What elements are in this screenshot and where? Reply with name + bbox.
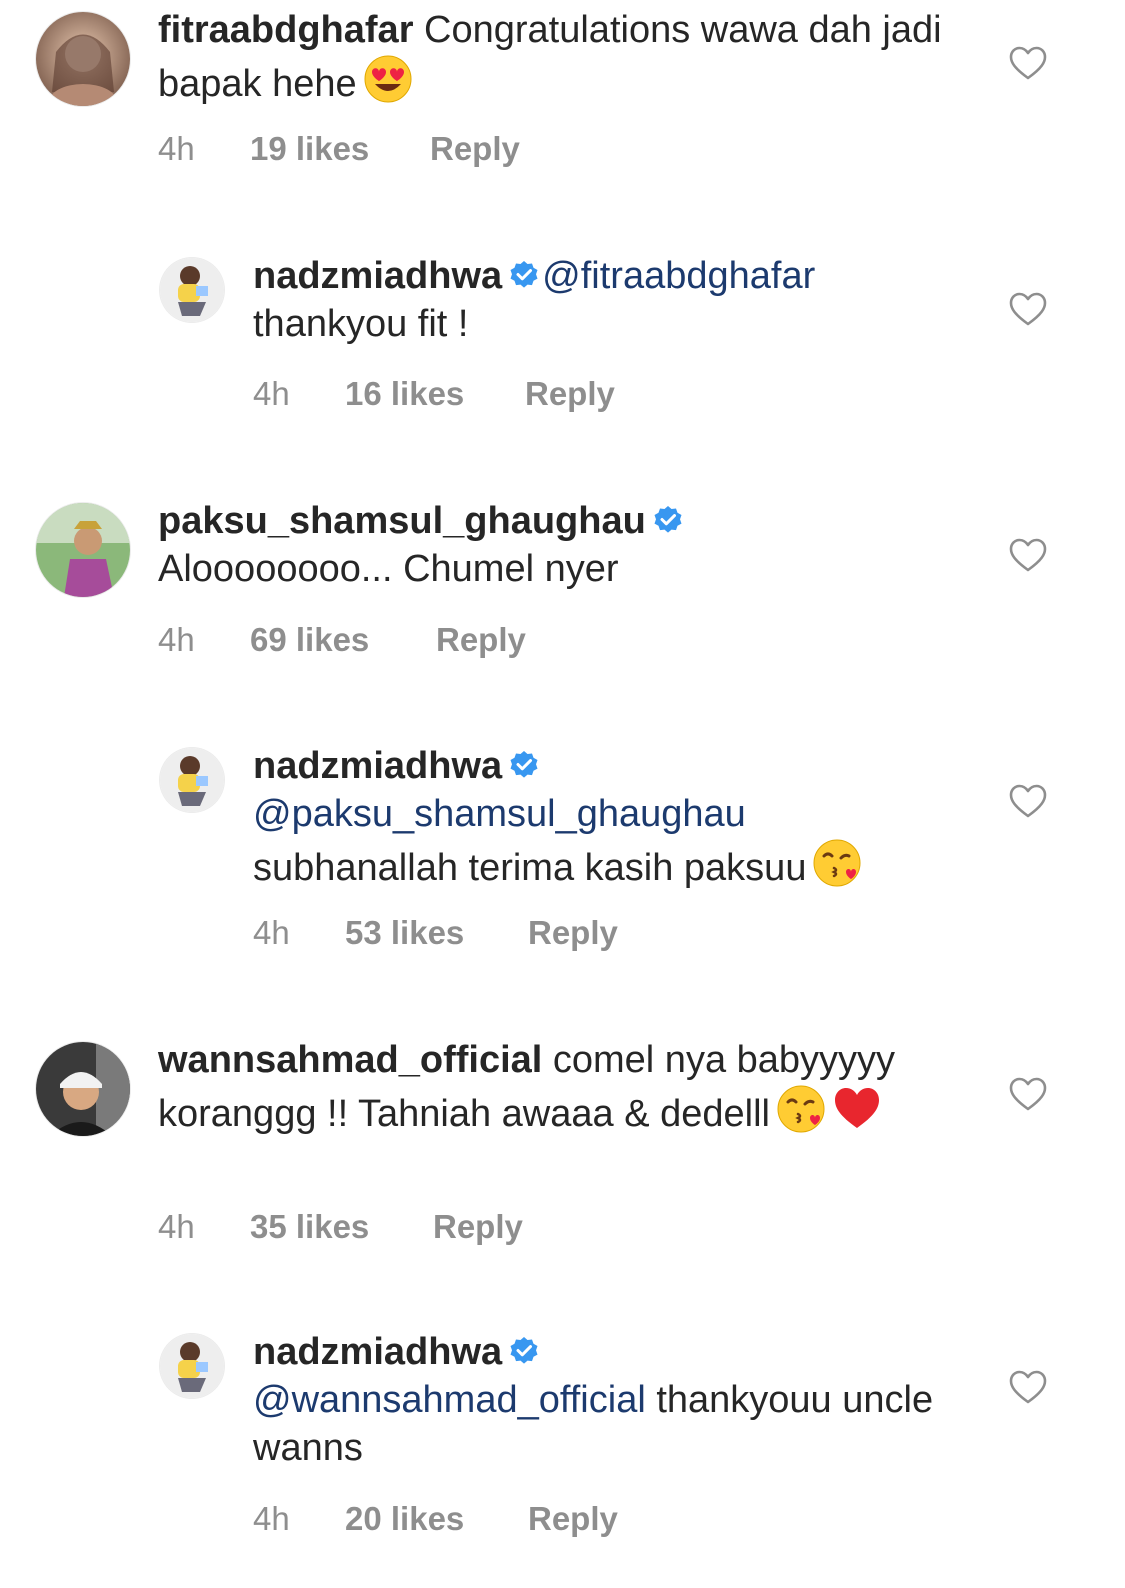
comment-text: wannsahmad_official comel nya babyyyyy k… [158,1036,958,1138]
timestamp: 4h [158,1208,195,1245]
red-heart-emoji-icon [832,1084,882,1134]
avatar[interactable] [36,12,130,106]
comment-text: nadzmiadhwa @fitraabdghafar thankyou fit ! [253,252,973,348]
verified-badge-icon [508,749,540,781]
likes-count[interactable]: 53 likes [345,914,464,952]
comment-body: thankyou fit ! [253,303,469,345]
timestamp: 4h [158,621,195,658]
reply-button[interactable]: Reply [528,914,618,952]
likes-count[interactable]: 69 likes [250,621,369,659]
timestamp: 4h [253,1500,290,1537]
comment-text: nadzmiadhwa @paksu_shamsul_ghaughausubhan… [253,742,973,892]
username[interactable]: nadzmiadhwa [253,745,502,787]
heart-outline-icon[interactable] [1008,1368,1048,1408]
heart-outline-icon[interactable] [1008,44,1048,84]
comment-body: subhanallah terima kasih paksuu [253,847,807,889]
timestamp: 4h [253,914,290,951]
avatar[interactable] [36,503,130,597]
timestamp: 4h [253,375,290,412]
likes-count[interactable]: 16 likes [345,375,464,413]
verified-badge-icon [508,1335,540,1367]
username[interactable]: wannsahmad_official [158,1039,542,1081]
heart-outline-icon[interactable] [1008,536,1048,576]
kissing-heart-emoji-icon [776,1084,826,1134]
avatar[interactable] [36,1042,130,1136]
heart-outline-icon[interactable] [1008,782,1048,822]
heart-outline-icon[interactable] [1008,1075,1048,1115]
avatar[interactable] [160,748,224,812]
username[interactable]: nadzmiadhwa [253,255,502,297]
reply-button[interactable]: Reply [430,130,520,168]
heart-eyes-emoji-icon [363,54,413,104]
comment-text: paksu_shamsul_ghaughau Aloooooooo... Chum… [158,497,958,593]
username[interactable]: paksu_shamsul_ghaughau [158,500,646,542]
comment-text: fitraabdghafar Congratulations wawa dah … [158,6,958,108]
reply-button[interactable]: Reply [433,1208,523,1246]
mention-link[interactable]: @wannsahmad_official [253,1379,646,1421]
comment-text: nadzmiadhwa @wannsahmad_official thankyou… [253,1328,973,1472]
comment-body: Aloooooooo... Chumel nyer [158,548,619,590]
username[interactable]: nadzmiadhwa [253,1331,502,1373]
heart-outline-icon[interactable] [1008,290,1048,330]
verified-badge-icon [652,504,684,536]
avatar[interactable] [160,258,224,322]
avatar[interactable] [160,1334,224,1398]
username[interactable]: fitraabdghafar [158,9,413,51]
likes-count[interactable]: 35 likes [250,1208,369,1246]
mention-link[interactable]: @fitraabdghafar [542,255,815,297]
likes-count[interactable]: 20 likes [345,1500,464,1538]
mention-link[interactable]: @paksu_shamsul_ghaughau [253,793,746,835]
verified-badge-icon [508,259,540,291]
reply-button[interactable]: Reply [528,1500,618,1538]
reply-button[interactable]: Reply [525,375,615,413]
kissing-heart-emoji-icon [812,838,862,888]
likes-count[interactable]: 19 likes [250,130,369,168]
timestamp: 4h [158,130,195,167]
reply-button[interactable]: Reply [436,621,526,659]
